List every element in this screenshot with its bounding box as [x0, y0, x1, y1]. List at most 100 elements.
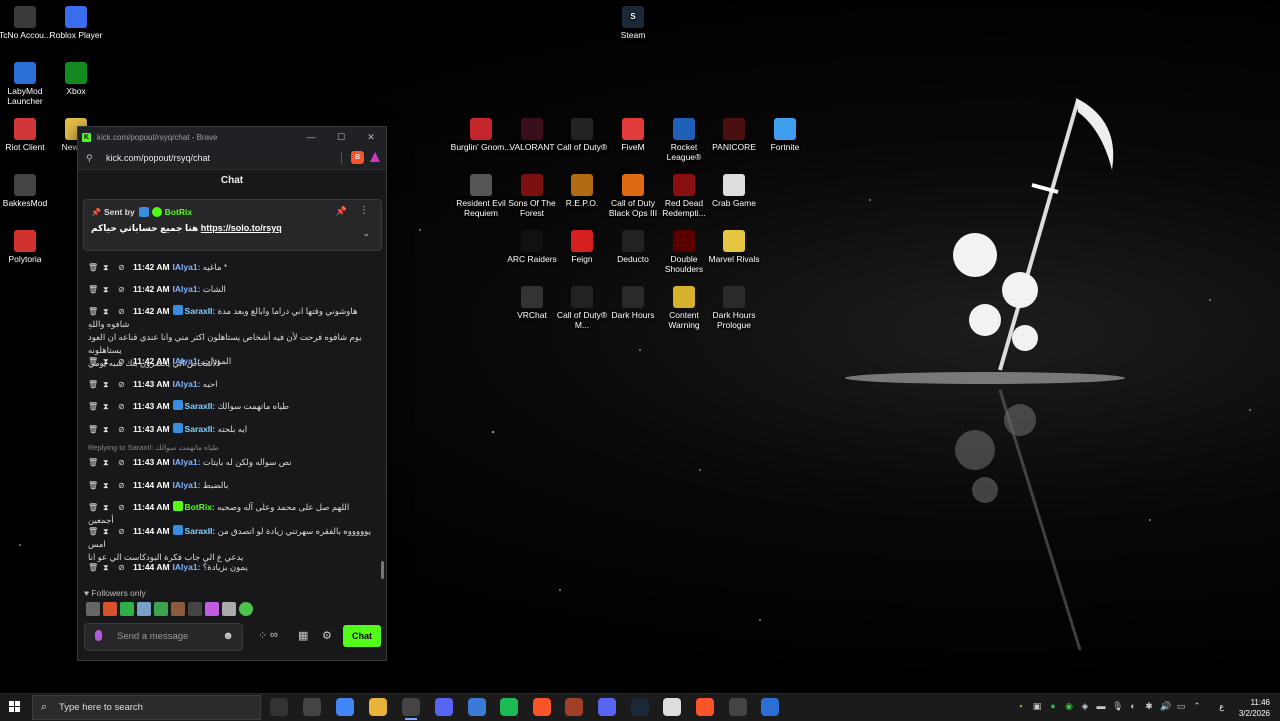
settings-gear-icon[interactable]: ⚙ [322, 629, 332, 642]
timeout-icon[interactable]: ⧗ [103, 400, 112, 413]
chat-message[interactable]: 🗑 ⧗ ⊘ 11:43 AM IAlya1: نص سواله ولكن له بايت… [88, 456, 373, 469]
chat-message[interactable]: 🗑 ⧗ ⊘ 11:43 AM SaraxII: طياه ماتهمت سوالك [88, 400, 373, 413]
ban-icon[interactable]: ⊘ [118, 561, 127, 574]
delete-icon[interactable]: 🗑 [88, 479, 98, 492]
infinity-icon[interactable]: ∞ [270, 629, 278, 641]
delete-icon[interactable]: 🗑 [88, 525, 98, 538]
address-bar[interactable]: ⚲ kick.com/popout/rsyq/chat B [78, 147, 386, 170]
more-options-icon[interactable]: ⋮ [359, 205, 369, 216]
display-icon[interactable]: ▭ [1176, 701, 1186, 711]
timeout-icon[interactable]: ⧗ [103, 561, 112, 574]
delete-icon[interactable]: 🗑 [88, 501, 98, 514]
microphone-icon[interactable] [95, 630, 102, 641]
ban-icon[interactable]: ⊘ [118, 305, 127, 318]
emote-10[interactable] [239, 602, 253, 616]
desktop-icon[interactable]: Marvel Rivals [703, 230, 765, 264]
delete-icon[interactable]: 🗑 [88, 400, 98, 413]
discord-ptb-icon[interactable] [435, 698, 453, 716]
desktop-icon[interactable]: BakkesMod [0, 174, 56, 208]
close-button[interactable]: ✕ [356, 127, 386, 147]
desktop-icon[interactable]: Xbox [45, 62, 107, 96]
brave-icon[interactable] [533, 698, 551, 716]
spotify-icon[interactable] [500, 698, 518, 716]
window-titlebar[interactable]: K kick.com/popout/rsyq/chat - Brave — ☐ … [78, 127, 386, 147]
chat-message[interactable]: 🗑 ⧗ ⊘ 11:43 AM IAlya1: احبه [88, 378, 373, 391]
ban-icon[interactable]: ⊘ [118, 456, 127, 469]
unpin-icon[interactable]: 📌 [336, 206, 347, 217]
chat-message[interactable]: 🗑 ⧗ ⊘ 11:44 AM IAlya1: يمون بزيادة؟ [88, 561, 373, 574]
brave-rewards-icon[interactable] [370, 152, 380, 162]
timeout-icon[interactable]: ⧗ [103, 456, 112, 469]
message-username[interactable]: IAlya1: [173, 562, 201, 572]
timeout-icon[interactable]: ⧗ [103, 355, 112, 368]
steam-small-icon[interactable] [303, 698, 321, 716]
timeout-icon[interactable]: ⧗ [103, 261, 112, 274]
emote-6[interactable] [171, 602, 185, 616]
windows-start-icon[interactable] [9, 701, 21, 713]
maximize-button[interactable]: ☐ [326, 127, 356, 147]
game-icon[interactable] [565, 698, 583, 716]
steam-tray-icon[interactable]: ◐ [1128, 701, 1138, 711]
desktop-icon[interactable]: Dark Hours Prologue [703, 286, 765, 330]
ban-icon[interactable]: ⊘ [118, 501, 127, 514]
delete-icon[interactable]: 🗑 [88, 305, 98, 318]
taskbar-search-input[interactable]: ⌕ Type here to search [32, 695, 261, 720]
obs-icon[interactable] [402, 698, 420, 720]
pinned-link[interactable]: https://solo.to/rsyq [201, 223, 282, 233]
input-language[interactable]: ع [1219, 702, 1224, 711]
timeout-icon[interactable]: ⧗ [103, 525, 112, 538]
tray-green-icon[interactable]: ◉ [1064, 701, 1074, 711]
delete-icon[interactable]: 🗑 [88, 378, 98, 391]
delete-icon[interactable]: 🗑 [88, 456, 98, 469]
task-view-icon[interactable] [270, 698, 288, 716]
delete-icon[interactable]: 🗑 [88, 283, 98, 296]
send-chat-button[interactable]: Chat [343, 625, 381, 647]
tray-game-icon[interactable]: ◈ [1080, 701, 1090, 711]
timeout-icon[interactable]: ⧗ [103, 423, 112, 436]
emote-8[interactable] [205, 602, 219, 616]
pinned-username[interactable]: BotRix [165, 207, 192, 217]
message-username[interactable]: BotRix: [185, 502, 215, 512]
taskbar-clock[interactable]: 11:46 3/2/2026 [1239, 697, 1270, 719]
microphone-tray-icon[interactable]: 🎙 [1112, 701, 1123, 711]
brave-beta-icon[interactable] [696, 698, 714, 716]
message-username[interactable]: SaraxII: [185, 424, 216, 434]
chat-message[interactable]: 🗑 ⧗ ⊘ 11:44 AM BotRix: اللهم صل على محمد وعل… [88, 501, 373, 527]
pinned-message[interactable]: 📌 Sent by BotRix هنا جميع حساباتي حياكم … [83, 199, 382, 251]
message-username[interactable]: IAlya1: [173, 379, 201, 389]
chat-message[interactable]: 🗑 ⧗ ⊘ 11:42 AM IAlya1: الشات [88, 283, 373, 296]
ban-icon[interactable]: ⊘ [118, 423, 127, 436]
gift-icon[interactable]: ▦ [298, 629, 308, 642]
message-username[interactable]: SaraxII: [185, 526, 216, 536]
ban-icon[interactable]: ⊘ [118, 400, 127, 413]
ban-icon[interactable]: ⊘ [118, 283, 127, 296]
emote-4[interactable] [137, 602, 151, 616]
chrome-icon[interactable] [336, 698, 354, 716]
chat-message[interactable]: 🗑 ⧗ ⊘ 11:44 AM SaraxII: يوووووه بالفقره سهرت… [88, 525, 373, 564]
tcno-small-icon[interactable] [729, 698, 747, 716]
tray-white-icon[interactable]: ▬ [1096, 701, 1106, 711]
desktop-icon[interactable]: Roblox Player [45, 6, 107, 40]
emote-1[interactable] [86, 602, 100, 616]
chevron-up-icon[interactable]: ⌃ [1192, 701, 1202, 711]
tray-app-icon[interactable]: ▣ [1032, 701, 1042, 711]
github-icon[interactable] [663, 698, 681, 716]
timeout-icon[interactable]: ⧗ [103, 305, 112, 318]
site-settings-icon[interactable]: ⚲ [86, 153, 96, 164]
brave-shields-icon[interactable]: B [351, 151, 364, 164]
emote-9[interactable] [222, 602, 236, 616]
ban-icon[interactable]: ⊘ [118, 261, 127, 274]
timeout-icon[interactable]: ⧗ [103, 283, 112, 296]
minimize-button[interactable]: — [296, 127, 326, 147]
emote-5[interactable] [154, 602, 168, 616]
message-input[interactable]: Send a message ☻ [84, 623, 243, 651]
url-text[interactable]: kick.com/popout/rsyq/chat [106, 153, 210, 163]
chevron-down-icon[interactable]: ⌄ [362, 228, 370, 239]
spotify-tray-icon[interactable]: ● [1048, 701, 1058, 711]
emoji-icon[interactable]: ☻ [222, 630, 234, 642]
delete-icon[interactable]: 🗑 [88, 423, 98, 436]
chat-message[interactable]: 🗑 ⧗ ⊘ 11:42 AM IAlya1: المودات [88, 355, 373, 368]
volume-icon[interactable]: 🔊 [1160, 701, 1171, 711]
message-username[interactable]: IAlya1: [173, 356, 201, 366]
chat-message[interactable]: 🗑 ⧗ ⊘ 11:42 AM IAlya1: ماغيه * [88, 261, 373, 274]
